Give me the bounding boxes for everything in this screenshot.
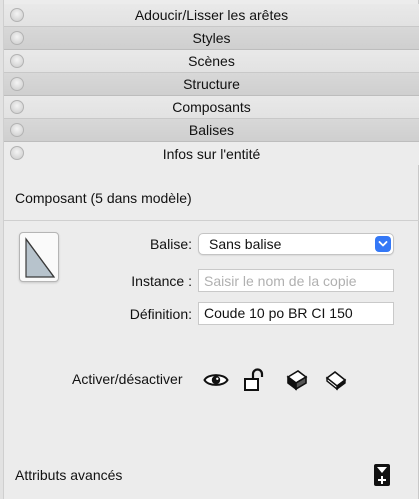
tray-label: Scènes [188,53,235,69]
definition-label: Définition: [129,306,192,322]
instance-label: Instance : [131,273,192,289]
tray-scenes[interactable]: Scènes [4,50,419,73]
tray-collapse-dot[interactable] [10,123,24,137]
eye-icon[interactable] [203,368,229,392]
tray-smooth-edges[interactable]: Adoucir/Lisser les arêtes [4,4,419,27]
section-divider [4,220,419,221]
tray-collapse-dot[interactable] [10,77,24,91]
tray-label: Composants [172,99,251,115]
cast-shadows-icon[interactable] [285,368,309,392]
receive-shadows-icon[interactable] [324,368,348,392]
tray-label: Infos sur l'entité [162,145,261,162]
tray-collapse-dot[interactable] [10,31,24,45]
tray-tags[interactable]: Balises [4,119,419,142]
tray-label: Styles [192,30,231,46]
chevron-down-icon[interactable] [375,236,391,252]
tray-structure[interactable]: Structure [4,73,419,96]
toggle-label: Activer/désactiver [72,371,183,387]
tray-label: Adoucir/Lisser les arêtes [134,7,289,23]
tray-collapse-dot[interactable] [10,54,24,68]
tray-collapse-dot[interactable] [10,100,24,114]
lock-open-icon[interactable] [243,368,267,392]
tray-entity-info[interactable]: Infos sur l'entité [4,142,419,165]
definition-name-field[interactable]: Coude 10 po BR CI 150 [198,302,394,325]
tray-label: Structure [183,76,240,92]
tray-styles[interactable]: Styles [4,27,419,50]
tray-collapse-dot[interactable] [10,8,24,22]
expand-advanced-icon[interactable] [373,463,391,487]
tag-select-value: Sans balise [209,236,282,252]
tray-collapse-dot[interactable] [10,146,24,160]
tray-label: Balises [188,122,235,138]
tray-components[interactable]: Composants [4,96,419,119]
definition-value: Coude 10 po BR CI 150 [204,305,353,321]
component-thumbnail [19,232,59,282]
component-preview-icon [25,237,56,278]
tag-select[interactable]: Sans balise [198,233,394,255]
instance-name-field[interactable] [198,269,394,292]
entity-type-title: Composant (5 dans modèle) [15,190,192,206]
tag-label: Balise: [149,236,192,252]
advanced-attributes-label: Attributs avancés [15,467,123,483]
entity-info-panel: Adoucir/Lisser les arêtes Styles Scènes … [0,0,419,499]
